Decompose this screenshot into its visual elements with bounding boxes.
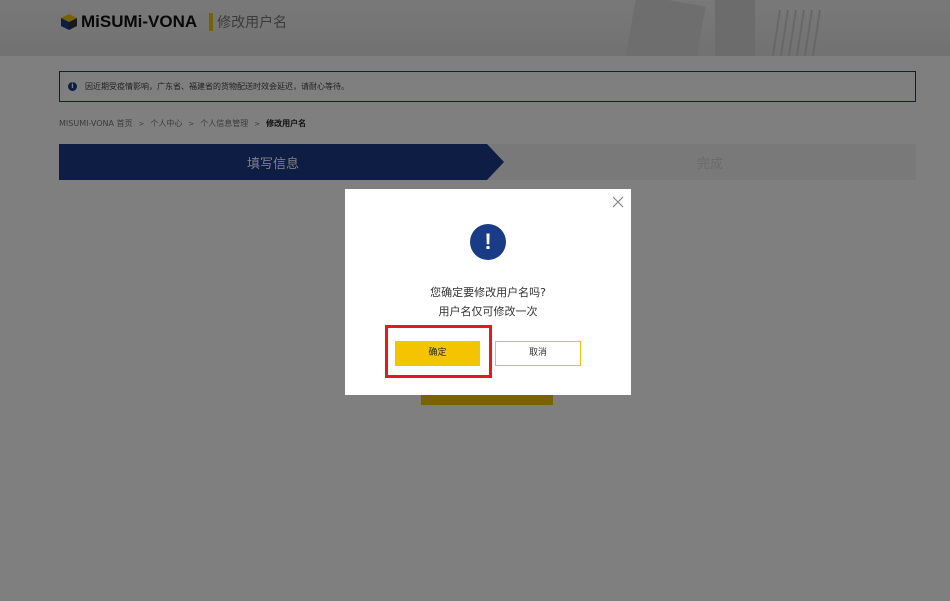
cancel-button[interactable]: 取消: [495, 341, 581, 366]
exclamation-icon: !: [470, 224, 506, 260]
dialog-submessage: 用户名仅可修改一次: [438, 305, 538, 318]
close-icon[interactable]: [611, 195, 625, 209]
dialog-message: 您确定要修改用户名吗?: [430, 286, 546, 299]
confirm-highlight-box: [385, 325, 492, 378]
